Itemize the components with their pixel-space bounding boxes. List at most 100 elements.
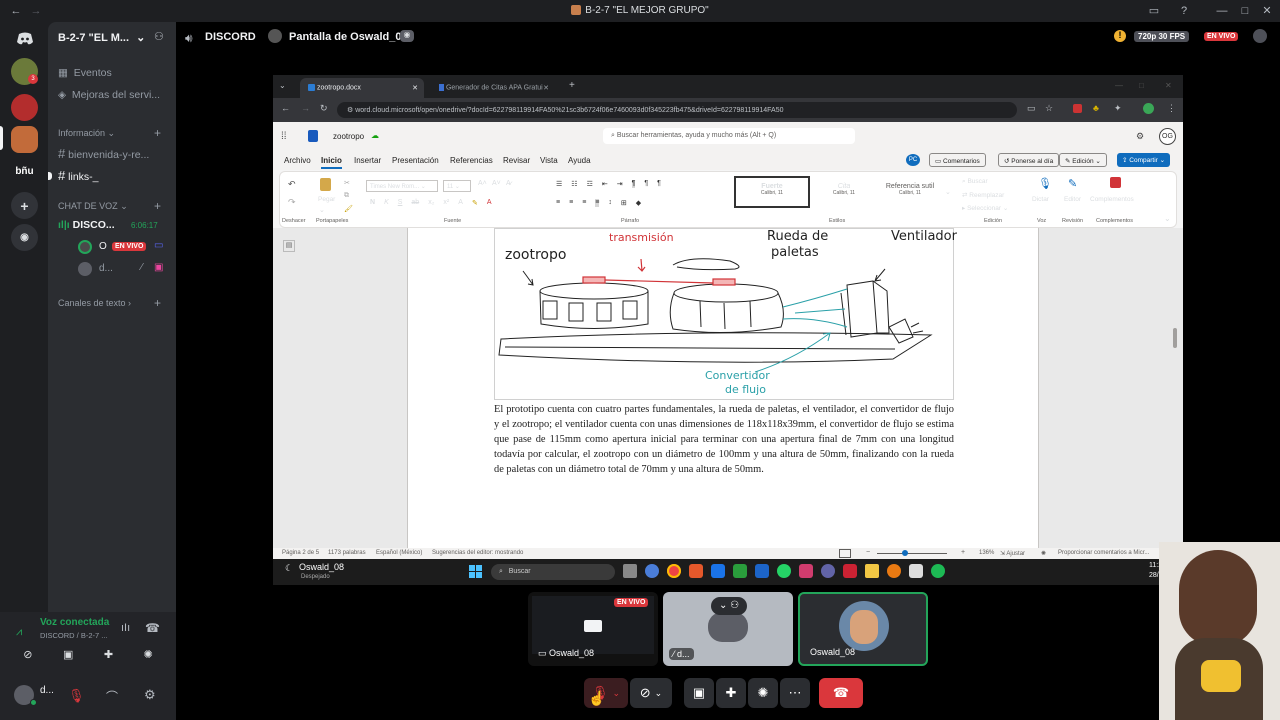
account-avatar[interactable]: OG [1159, 128, 1176, 145]
font-color-icon[interactable]: A [487, 199, 492, 207]
chrome-icon[interactable] [667, 564, 681, 578]
clear-format-icon[interactable]: A̷ [506, 180, 511, 187]
webcam-feed[interactable] [1159, 542, 1280, 720]
strikethrough-icon[interactable]: ab [411, 199, 419, 207]
spotify-icon[interactable] [931, 564, 945, 578]
justify-icon[interactable]: ≡ [595, 199, 600, 207]
app-icon[interactable] [821, 564, 835, 578]
find-button[interactable]: ⌕ Buscar [962, 178, 988, 186]
tab-close-icon[interactable]: ✕ [543, 84, 549, 92]
navigation-pane-icon[interactable]: ▤ [283, 240, 295, 252]
comments-button[interactable]: ▭ Comentarios [929, 153, 986, 167]
numbering-icon[interactable]: ☷ [571, 180, 577, 188]
participant-tile-stream[interactable]: EN VIVO ▭ Oswald_08 [528, 592, 658, 666]
category-voice[interactable]: CHAT DE VOZ ⌄ [58, 201, 128, 212]
avatar[interactable] [78, 240, 92, 254]
app-icon[interactable] [733, 564, 747, 578]
superscript-icon[interactable]: x² [443, 199, 449, 207]
whatsapp-icon[interactable] [777, 564, 791, 578]
format-painter-icon[interactable]: 🖌︎ [344, 205, 353, 213]
font-size-select[interactable]: 11 ⌄ [443, 180, 471, 192]
events-item[interactable]: ▦ Eventos [58, 67, 112, 79]
copilot-icon[interactable] [645, 564, 659, 578]
back-icon[interactable]: ← [281, 103, 290, 113]
bookmark-star-icon[interactable]: ☆ [1045, 103, 1053, 114]
voice-location[interactable]: DISCORD / B-2-7 ... [40, 631, 108, 640]
editor-icon[interactable]: ✎ [1068, 177, 1077, 190]
catchup-button[interactable]: ↺ Ponerse al día [998, 153, 1060, 167]
sketch-image[interactable]: transmisión zootropo Rueda de paletas Ve… [494, 228, 957, 400]
font-family-select[interactable]: Times New Rom... ⌄ [366, 180, 438, 192]
profile-avatar[interactable] [1143, 103, 1154, 114]
multilevel-icon[interactable]: ☲ [587, 180, 593, 188]
category-text[interactable]: Canales de texto › [58, 298, 131, 308]
app-icon[interactable] [799, 564, 813, 578]
menu-ayuda[interactable]: Ayuda [568, 156, 591, 165]
redo-icon[interactable]: ↷ [288, 197, 296, 208]
document-page[interactable]: transmisión zootropo Rueda de paletas Ve… [407, 228, 1039, 548]
menu-insertar[interactable]: Insertar [354, 156, 381, 165]
bold-icon[interactable]: N [370, 199, 375, 207]
headphones-icon[interactable]: ⌒ [106, 688, 118, 705]
settings-gear-icon[interactable]: ⚙ [144, 687, 156, 703]
zoom-in-icon[interactable]: + [961, 549, 965, 556]
extensions-icon[interactable]: ✦ [1114, 103, 1122, 114]
paste-dropdown-icon[interactable]: ⌄ [319, 206, 325, 214]
taskbar-search[interactable]: ⌕ Buscar [491, 564, 615, 580]
url-field[interactable]: ⚙︎ word.cloud.microsoft/open/onedrive/?d… [337, 102, 1017, 118]
task-view-icon[interactable] [623, 564, 637, 578]
ltr-icon[interactable]: ¶ [631, 180, 636, 188]
share-button[interactable]: ⇪ Compartir ⌄ [1117, 153, 1171, 167]
tab-citas[interactable]: Generador de Citas APA Gratui ✕ [431, 78, 555, 98]
activities-button[interactable]: ✚ [716, 678, 746, 708]
voice-user-name[interactable]: d... [99, 263, 113, 274]
fit-button[interactable]: ⇲ Ajustar [1000, 550, 1025, 557]
style-cita[interactable]: Cita Calibri, 11 [812, 176, 876, 208]
increase-indent-icon[interactable]: ⇥ [617, 180, 623, 188]
file-explorer-icon[interactable] [865, 564, 879, 578]
app-icon[interactable] [909, 564, 923, 578]
replace-button[interactable]: ⇄ Reemplazar [962, 191, 1004, 199]
server-name[interactable]: B-2-7 "EL M... ⌄ [58, 31, 145, 44]
avatar[interactable] [78, 262, 92, 276]
window-close-icon[interactable]: ✕ [1165, 81, 1172, 90]
add-server-icon[interactable]: + [11, 192, 38, 219]
highlight-icon[interactable]: ✎ [472, 199, 478, 207]
menu-vista[interactable]: Vista [540, 156, 558, 165]
username[interactable]: d... [40, 685, 54, 696]
add-text-channel-icon[interactable]: + [154, 296, 161, 310]
style-referencia-sutil[interactable]: Referencia sutil Calibri, 11 [878, 176, 942, 208]
voice-status[interactable]: Voz conectada [40, 617, 109, 628]
dictate-icon[interactable]: 🎙︎ [1038, 177, 1052, 190]
zoom-level[interactable]: 136% [979, 550, 994, 556]
add-channel-icon[interactable]: + [154, 126, 161, 140]
word-count[interactable]: 1173 palabras [328, 550, 366, 556]
menu-archivo[interactable]: Archivo [284, 156, 311, 165]
soundboard-button[interactable]: ✺ [748, 678, 778, 708]
user-badge[interactable]: PC [906, 154, 920, 166]
more-options-button[interactable]: ⋯ [780, 678, 810, 708]
feedback-icon[interactable]: ✺ [1041, 550, 1046, 557]
editing-mode-button[interactable]: ✎ Edición ⌄ [1059, 153, 1107, 167]
settings-icon[interactable]: ⚙ [1136, 131, 1144, 142]
install-icon[interactable]: ▭ [1027, 103, 1036, 114]
copy-icon[interactable]: ⧉ [344, 192, 349, 200]
channel-links[interactable]: # links-_ [58, 168, 99, 183]
align-center-icon[interactable]: ≡ [569, 199, 573, 207]
chat-toggle-icon[interactable] [1253, 29, 1267, 43]
zoom-slider-thumb[interactable] [902, 550, 908, 556]
extension-icon[interactable] [1073, 104, 1082, 113]
menu-inicio[interactable]: Inicio [321, 156, 342, 165]
warning-icon[interactable]: ! [1114, 30, 1126, 42]
tab-zootropo[interactable]: zootropo.docx ✕ [300, 78, 424, 98]
addins-label[interactable]: Complementos [1090, 196, 1134, 203]
underline-icon[interactable]: S [398, 199, 403, 207]
channel-bienvenida[interactable]: # bienvenida-y-re... [58, 146, 149, 161]
zoom-slider[interactable] [877, 553, 947, 554]
document-paragraph[interactable]: El prototipo cuenta con cuatro partes fu… [494, 402, 954, 477]
muted-mic-icon[interactable]: 🎙︎ [68, 688, 85, 704]
server-text-icon[interactable]: bñu [11, 158, 38, 185]
feedback-link[interactable]: Proporcionar comentarios a Micr... [1058, 550, 1149, 556]
editor-suggestions[interactable]: Sugerencias del editor: mostrando [432, 550, 523, 556]
grow-font-icon[interactable]: A˄ [478, 180, 487, 187]
